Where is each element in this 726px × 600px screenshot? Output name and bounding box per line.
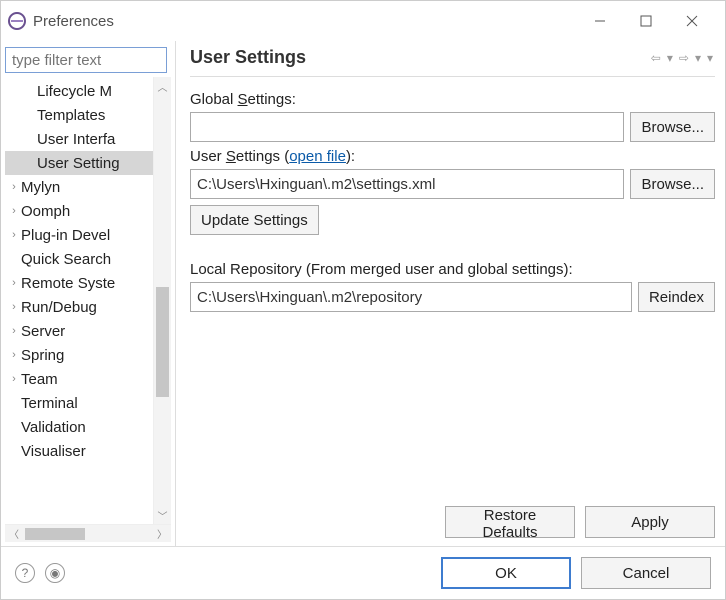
tree-item[interactable]: ›Mylyn	[5, 175, 153, 199]
tree-item[interactable]: Terminal	[5, 391, 153, 415]
close-button[interactable]	[669, 5, 715, 37]
tree-item-label: Oomph	[21, 203, 70, 220]
tree-item-label: Templates	[37, 107, 105, 124]
tree-expand-icon[interactable]: ›	[7, 325, 21, 337]
vertical-scrollbar[interactable]: ︿ ﹀	[153, 77, 171, 524]
tree-expand-icon[interactable]: ›	[7, 229, 21, 241]
import-export-icon[interactable]: ◉	[45, 563, 65, 583]
tree-item-label: User Interfa	[37, 131, 115, 148]
user-browse-button[interactable]: Browse...	[630, 169, 715, 199]
scroll-left-icon[interactable]: 〈	[5, 526, 23, 541]
tree-item-label: Terminal	[21, 395, 78, 412]
tree-item[interactable]: Validation	[5, 415, 153, 439]
user-settings-input[interactable]	[190, 169, 624, 199]
titlebar: Preferences	[1, 1, 725, 41]
update-settings-button[interactable]: Update Settings	[190, 205, 319, 235]
tree-item-label: Server	[21, 323, 65, 340]
forward-dropdown-icon[interactable]: ▾	[693, 51, 703, 65]
help-icon[interactable]: ?	[15, 563, 35, 583]
content-panel: User Settings ⇦ ▾ ⇨ ▾ ▾ Global Settings:…	[176, 41, 725, 546]
local-repo-input[interactable]	[190, 282, 632, 312]
filter-input[interactable]	[5, 47, 167, 73]
horizontal-scrollbar[interactable]: 〈 〉	[5, 524, 171, 542]
tree-item[interactable]: ›Server	[5, 319, 153, 343]
tree-item[interactable]: User Setting	[5, 151, 153, 175]
tree-item-label: Lifecycle M	[37, 83, 112, 100]
tree-item-label: Mylyn	[21, 179, 60, 196]
tree-expand-icon[interactable]: ›	[7, 277, 21, 289]
tree-item-label: Quick Search	[21, 251, 111, 268]
tree-item-label: User Setting	[37, 155, 120, 172]
hscroll-thumb[interactable]	[25, 528, 85, 540]
tree-item[interactable]: ›Run/Debug	[5, 295, 153, 319]
menu-dropdown-icon[interactable]: ▾	[705, 51, 715, 65]
tree-item-label: Remote Syste	[21, 275, 115, 292]
tree-item-label: Visualiser	[21, 443, 86, 460]
tree-item[interactable]: ›Team	[5, 367, 153, 391]
tree-item-label: Plug-in Devel	[21, 227, 110, 244]
tree[interactable]: Lifecycle M Templates User Interfa User Set…	[5, 77, 153, 524]
global-browse-button[interactable]: Browse...	[630, 112, 715, 142]
user-settings-label: User Settings (open file):	[190, 148, 715, 165]
tree-expand-icon[interactable]: ›	[7, 373, 21, 385]
dialog-footer: ? ◉ OK Cancel	[1, 547, 725, 599]
tree-item[interactable]: ›Remote Syste	[5, 271, 153, 295]
tree-expand-icon[interactable]: ›	[7, 301, 21, 313]
page-title: User Settings	[190, 47, 306, 68]
minimize-button[interactable]	[577, 5, 623, 37]
tree-item[interactable]: User Interfa	[5, 127, 153, 151]
tree-wrap: Lifecycle M Templates User Interfa User Set…	[5, 77, 171, 524]
scroll-right-icon[interactable]: 〉	[153, 526, 171, 541]
local-repo-label: Local Repository (From merged user and g…	[190, 261, 715, 278]
open-file-link[interactable]: open file	[289, 148, 346, 165]
window-title: Preferences	[33, 13, 577, 30]
tree-expand-icon[interactable]: ›	[7, 181, 21, 193]
global-settings-label: Global Settings:	[190, 91, 715, 108]
nav-history: ⇦ ▾ ⇨ ▾ ▾	[649, 51, 715, 65]
tree-item[interactable]: Lifecycle M	[5, 79, 153, 103]
tree-item[interactable]: ›Spring	[5, 343, 153, 367]
sidebar: Lifecycle M Templates User Interfa User Set…	[1, 41, 176, 546]
local-repo-row: Local Repository (From merged user and g…	[190, 261, 715, 312]
scroll-down-icon[interactable]: ﹀	[154, 506, 171, 524]
tree-item[interactable]: ›Plug-in Devel	[5, 223, 153, 247]
user-settings-row: User Settings (open file): Browse... Upd…	[190, 148, 715, 235]
tree-item-label: Run/Debug	[21, 299, 97, 316]
maximize-button[interactable]	[623, 5, 669, 37]
apply-button[interactable]: Apply	[585, 506, 715, 538]
window-controls	[577, 5, 715, 37]
content-actions: Restore Defaults Apply	[190, 498, 715, 538]
content-header: User Settings ⇦ ▾ ⇨ ▾ ▾	[190, 47, 715, 77]
reindex-button[interactable]: Reindex	[638, 282, 715, 312]
tree-expand-icon[interactable]: ›	[7, 349, 21, 361]
tree-item[interactable]: Quick Search	[5, 247, 153, 271]
tree-item-label: Validation	[21, 419, 86, 436]
app-icon	[7, 11, 27, 31]
global-settings-input[interactable]	[190, 112, 624, 142]
forward-icon[interactable]: ⇨	[677, 51, 691, 65]
back-dropdown-icon[interactable]: ▾	[665, 51, 675, 65]
tree-item-label: Spring	[21, 347, 64, 364]
ok-button[interactable]: OK	[441, 557, 571, 589]
main-area: Lifecycle M Templates User Interfa User Set…	[1, 41, 725, 547]
tree-expand-icon[interactable]: ›	[7, 205, 21, 217]
global-settings-row: Global Settings: Browse...	[190, 91, 715, 142]
tree-item[interactable]: ›Oomph	[5, 199, 153, 223]
back-icon[interactable]: ⇦	[649, 51, 663, 65]
scroll-up-icon[interactable]: ︿	[154, 77, 171, 95]
cancel-button[interactable]: Cancel	[581, 557, 711, 589]
tree-item[interactable]: Visualiser	[5, 439, 153, 463]
tree-item[interactable]: Templates	[5, 103, 153, 127]
restore-defaults-button[interactable]: Restore Defaults	[445, 506, 575, 538]
scroll-thumb[interactable]	[156, 287, 169, 397]
tree-item-label: Team	[21, 371, 58, 388]
